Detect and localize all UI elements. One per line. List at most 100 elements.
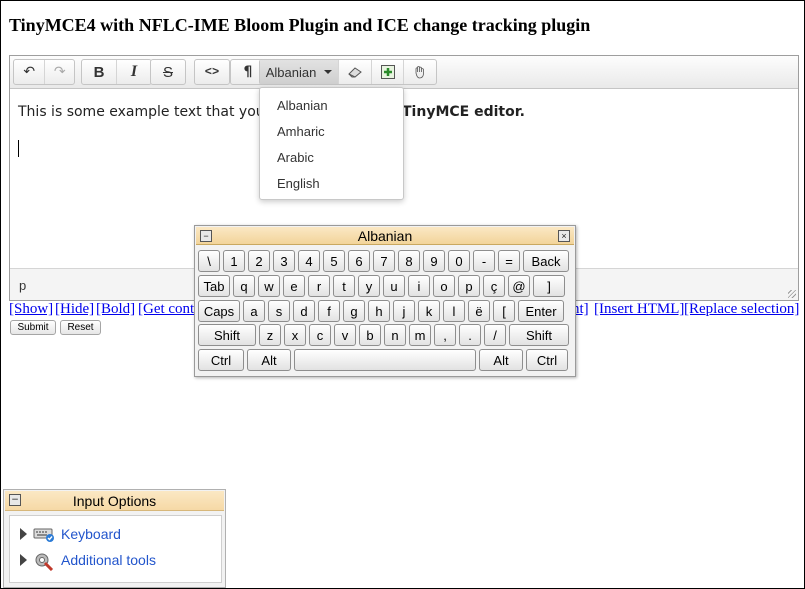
key-symbol-0-12[interactable]: =	[498, 250, 520, 272]
key-ctrl[interactable]: Ctrl	[198, 349, 244, 371]
key-9[interactable]: 9	[423, 250, 445, 272]
input-options-titlebar: − Input Options	[5, 491, 224, 511]
italic-button[interactable]: I	[116, 60, 151, 84]
keyboard-titlebar[interactable]: − Albanian ×	[196, 227, 574, 245]
code-button[interactable]: <>	[195, 60, 229, 84]
expand-triangle-icon[interactable]	[20, 528, 27, 540]
code-group: <>	[194, 59, 230, 85]
show-link[interactable]: [Show]	[9, 301, 53, 318]
key-6[interactable]: 6	[348, 250, 370, 272]
key-x[interactable]: x	[284, 324, 306, 346]
key-caps[interactable]: Caps	[198, 300, 240, 322]
key-a[interactable]: a	[243, 300, 265, 322]
bold-button[interactable]: B	[82, 60, 116, 84]
hand-button[interactable]	[403, 60, 436, 84]
key-shift[interactable]: Shift	[198, 324, 256, 346]
expand-triangle-icon[interactable]	[20, 554, 27, 566]
key-e[interactable]: e	[283, 275, 305, 297]
key-3[interactable]: 3	[273, 250, 295, 272]
language-option-amharic[interactable]: Amharic	[277, 124, 325, 142]
key-h[interactable]: h	[368, 300, 390, 322]
language-group: Albanian	[259, 59, 437, 85]
key-symbol-3-8[interactable]: ,	[434, 324, 456, 346]
key-symbol-1-13[interactable]: ]	[533, 275, 565, 297]
undo-button[interactable]: ↶	[14, 60, 44, 84]
key-n[interactable]: n	[384, 324, 406, 346]
chevron-down-icon	[324, 70, 333, 74]
key-tab[interactable]: Tab	[198, 275, 230, 297]
element-path[interactable]: p	[19, 278, 26, 293]
redo-button[interactable]: ↷	[44, 60, 74, 84]
key-z[interactable]: z	[259, 324, 281, 346]
key-symbol-2-11[interactable]: [	[493, 300, 515, 322]
page-title: TinyMCE4 with NFLC-IME Bloom Plugin and …	[9, 15, 591, 35]
key-q[interactable]: q	[233, 275, 255, 297]
key-w[interactable]: w	[258, 275, 280, 297]
key-5[interactable]: 5	[323, 250, 345, 272]
resize-handle-icon[interactable]	[788, 290, 796, 298]
close-icon[interactable]: ×	[558, 230, 570, 242]
key-s[interactable]: s	[268, 300, 290, 322]
additional-tools-option[interactable]: Additional tools	[20, 550, 156, 572]
key-symbol-3-9[interactable]: .	[459, 324, 481, 346]
key-p[interactable]: p	[458, 275, 480, 297]
language-option-albanian[interactable]: Albanian	[277, 98, 328, 116]
key-g[interactable]: g	[343, 300, 365, 322]
key-f[interactable]: f	[318, 300, 340, 322]
key-8[interactable]: 8	[398, 250, 420, 272]
key-shift[interactable]: Shift	[509, 324, 569, 346]
key-alt[interactable]: Alt	[247, 349, 291, 371]
key-i[interactable]: i	[408, 275, 430, 297]
language-option-arabic[interactable]: Arabic	[277, 150, 314, 168]
keyboard-option[interactable]: Keyboard	[20, 524, 121, 544]
submit-button[interactable]: Submit	[10, 320, 56, 335]
key-space[interactable]	[294, 349, 476, 371]
strikethrough-button[interactable]: S	[151, 60, 185, 84]
keyboard-icon	[33, 525, 55, 543]
key-c[interactable]: c	[309, 324, 331, 346]
key-l[interactable]: l	[443, 300, 465, 322]
language-select[interactable]: Albanian	[260, 60, 338, 84]
get-content-link[interactable]: [Get conte	[138, 301, 201, 318]
key-4[interactable]: 4	[298, 250, 320, 272]
key-symbol-2-10[interactable]: ë	[468, 300, 490, 322]
virtual-keyboard: − Albanian × \ 1 2 3 4 5 6 7 8 9 0- = Back Tab q w e r t y u…	[194, 225, 576, 377]
eraser-button[interactable]	[338, 60, 371, 84]
key-u[interactable]: u	[383, 275, 405, 297]
insert-html-link[interactable]: [Insert HTML]	[594, 301, 684, 318]
key-symbol-0-11[interactable]: -	[473, 250, 495, 272]
bold-link[interactable]: [Bold]	[96, 301, 135, 318]
editor-content[interactable]: This is some example text that you TinyM…	[18, 104, 525, 120]
key-t[interactable]: t	[333, 275, 355, 297]
key-symbol-3-10[interactable]: /	[484, 324, 506, 346]
key-m[interactable]: m	[409, 324, 431, 346]
key-back[interactable]: Back	[523, 250, 569, 272]
key-k[interactable]: k	[418, 300, 440, 322]
key-y[interactable]: y	[358, 275, 380, 297]
key-d[interactable]: d	[293, 300, 315, 322]
hide-link[interactable]: [Hide]	[55, 301, 94, 318]
key-v[interactable]: v	[334, 324, 356, 346]
key-ctrl[interactable]: Ctrl	[526, 349, 568, 371]
key-0[interactable]: 0	[448, 250, 470, 272]
insert-image-button[interactable]	[371, 60, 403, 84]
keyboard-option-label[interactable]: Keyboard	[61, 526, 121, 542]
key-7[interactable]: 7	[373, 250, 395, 272]
key-j[interactable]: j	[393, 300, 415, 322]
additional-tools-label[interactable]: Additional tools	[61, 552, 156, 568]
replace-selection-link[interactable]: [Replace selection]	[684, 301, 799, 318]
key-enter[interactable]: Enter	[518, 300, 564, 322]
key-symbol-1-11[interactable]: ç	[483, 275, 505, 297]
key-symbol-0-0[interactable]: \	[198, 250, 220, 272]
key-1[interactable]: 1	[223, 250, 245, 272]
reset-button[interactable]: Reset	[60, 320, 101, 335]
keyboard-title: Albanian	[357, 228, 413, 244]
language-option-english[interactable]: English	[277, 176, 320, 194]
key-o[interactable]: o	[433, 275, 455, 297]
editor-toolbar: ↶ ↷ B I S <> ¶ Albanian	[10, 56, 798, 89]
key-2[interactable]: 2	[248, 250, 270, 272]
key-symbol-1-12[interactable]: @	[508, 275, 530, 297]
key-r[interactable]: r	[308, 275, 330, 297]
key-alt[interactable]: Alt	[479, 349, 523, 371]
key-b[interactable]: b	[359, 324, 381, 346]
